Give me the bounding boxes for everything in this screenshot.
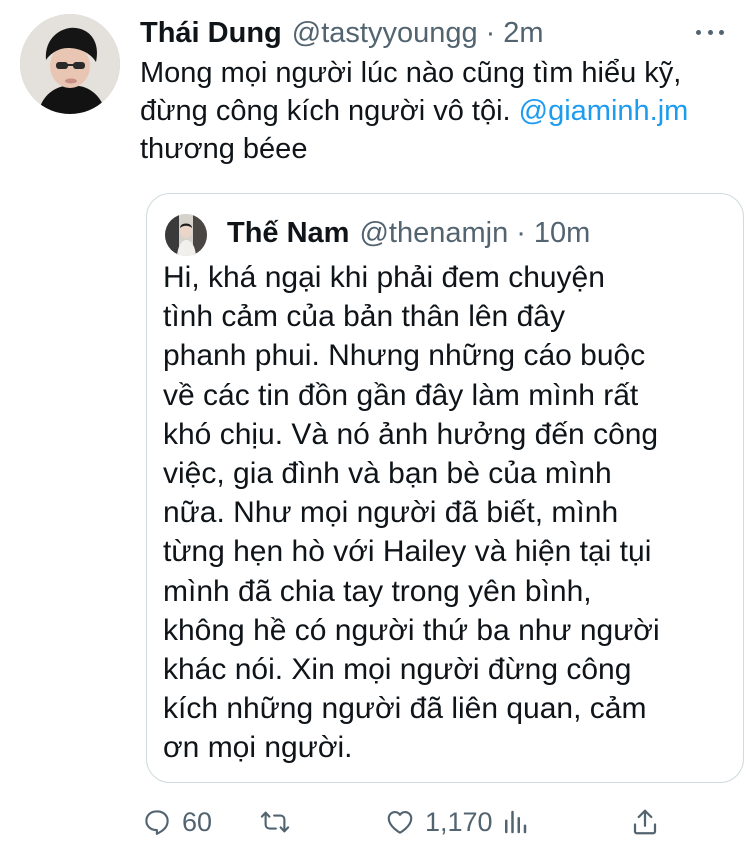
quoted-avatar-photo bbox=[165, 214, 207, 256]
author-handle[interactable]: @tastyyoungg bbox=[292, 17, 478, 50]
reply-icon bbox=[145, 810, 169, 835]
quoted-text-line: phanh phui. Nhưng những cáo buộc bbox=[163, 339, 646, 373]
mention-link[interactable]: @giaminh.jm bbox=[519, 95, 689, 127]
heart-icon bbox=[387, 810, 413, 834]
author-avatar[interactable] bbox=[20, 14, 120, 114]
quoted-text-line: Hi, khá ngại khi phải đem chuyện bbox=[163, 261, 605, 294]
quoted-text-line: khó chịu. Và nó ảnh hưởng đến công bbox=[163, 417, 659, 451]
more-dot bbox=[696, 29, 701, 35]
quoted-text-line: kích những người đã liên quan, cảm bbox=[163, 692, 647, 726]
quoted-tweet-text: Hi, khá ngại khi phải đem chuyện tình cả… bbox=[163, 258, 728, 768]
tweet-action-bar: 60 1,170 bbox=[140, 800, 740, 844]
quoted-text-line: khác nói. Xin mọi người đừng công bbox=[163, 653, 632, 687]
quoted-tweet-card[interactable]: Thế Nam @thenamjn · 10m Hi, khá ngại khi… bbox=[146, 193, 744, 783]
share-button[interactable] bbox=[630, 800, 660, 844]
more-horizontal-icon[interactable] bbox=[696, 22, 724, 42]
more-dot bbox=[707, 29, 713, 35]
quoted-text-line: tình cảm của bản thân lên đây bbox=[163, 300, 565, 334]
quoted-tweet-timestamp: 10m bbox=[533, 216, 591, 249]
quoted-header-separator: · bbox=[516, 216, 526, 249]
author-display-name[interactable]: Thái Dung bbox=[140, 17, 282, 50]
quoted-tweet-header: Thế Nam @thenamjn · 10m bbox=[227, 214, 590, 252]
quoted-text-line: việc, gia đình và bạn bè của mình bbox=[163, 457, 612, 491]
quoted-author-display-name: Thế Nam bbox=[227, 216, 350, 249]
quoted-text-line: từng hẹn hò với Hailey và hiện tại tụi bbox=[163, 535, 652, 569]
quoted-text-line: nữa. Như mọi người đã biết, mình bbox=[163, 496, 619, 530]
like-button[interactable]: 1,170 bbox=[385, 800, 493, 844]
like-count: 1,170 bbox=[425, 806, 493, 837]
retweet-icon bbox=[260, 811, 290, 833]
avatar-photo bbox=[20, 14, 120, 114]
tweet-header: Thái Dung @tastyyoungg · 2m bbox=[140, 14, 544, 52]
quoted-text-line: ơn mọi người. bbox=[163, 731, 353, 765]
analytics-button[interactable] bbox=[500, 800, 530, 844]
header-separator: · bbox=[485, 16, 496, 49]
reply-button[interactable]: 60 bbox=[142, 800, 212, 844]
tweet-timestamp[interactable]: 2m bbox=[503, 17, 543, 50]
analytics-icon bbox=[505, 810, 527, 834]
quoted-author-handle: @thenamjn bbox=[359, 216, 509, 249]
quoted-text-line: mình đã chia tay trong yên bình, bbox=[163, 574, 592, 608]
share-icon bbox=[633, 809, 657, 835]
more-dot bbox=[719, 29, 724, 35]
reply-count: 60 bbox=[182, 806, 213, 837]
tweet-text-tail: thương béee bbox=[140, 133, 308, 165]
quoted-text-line: không hề có người thứ ba như người bbox=[163, 613, 660, 647]
tweet-text: Mong mọi người lúc nào cũng tìm hiểu kỹ,… bbox=[140, 54, 730, 168]
quoted-author-avatar bbox=[165, 214, 207, 256]
retweet-button[interactable] bbox=[260, 800, 300, 844]
quoted-text-line: về các tin đồn gần đây làm mình rất bbox=[163, 378, 639, 412]
